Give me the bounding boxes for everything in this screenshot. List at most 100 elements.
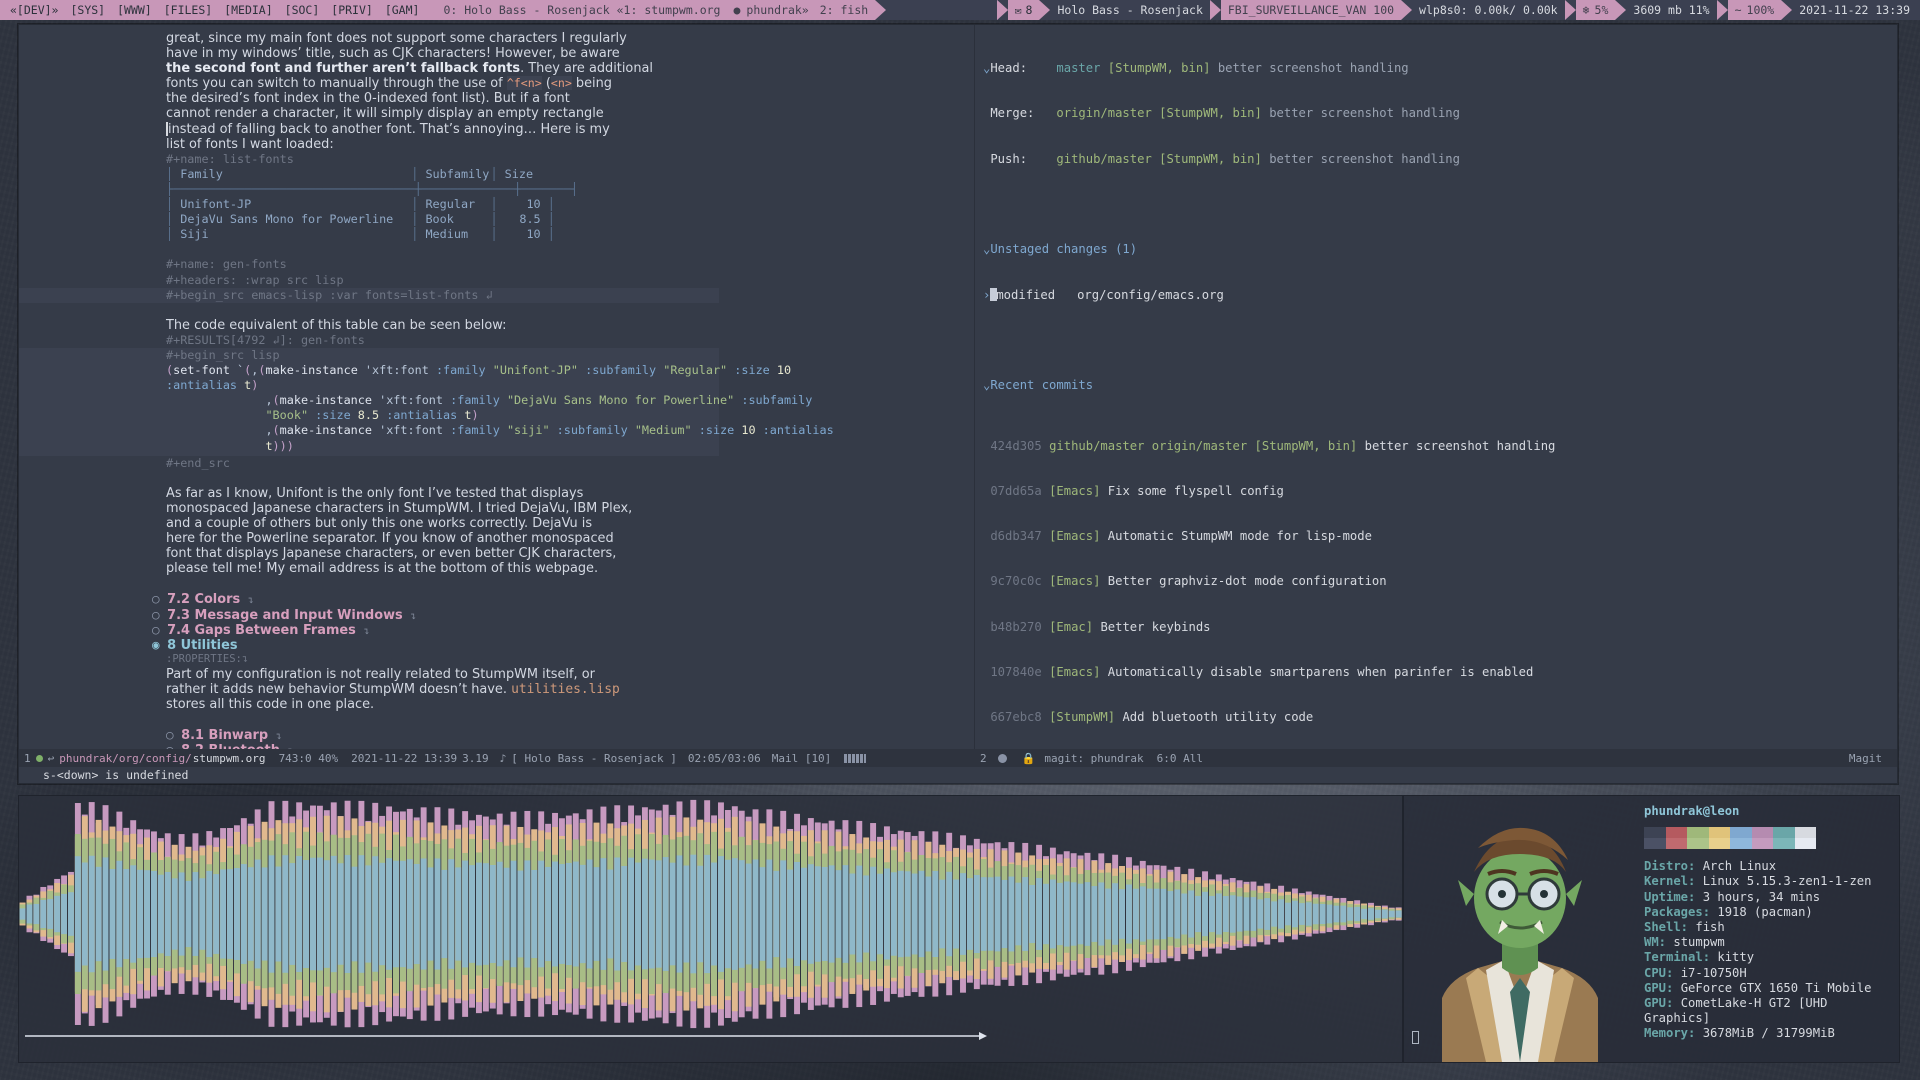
- merge-branch[interactable]: origin/master: [1056, 106, 1151, 120]
- mail-indicator[interactable]: ✉ 8: [1007, 0, 1040, 20]
- org-table[interactable]: │ Family │ Subfamily│ Size ├─────────────…: [19, 167, 974, 242]
- commit-row[interactable]: 667ebc8 [StumpWM] Add bluetooth utility …: [983, 710, 1897, 725]
- powerline-arrow-icon: [1564, 0, 1576, 20]
- cava-bar: [711, 862, 718, 966]
- magit-unstaged-file-row[interactable]: › modified org/config/emacs.org: [983, 287, 1897, 303]
- cava-bar: [1181, 893, 1188, 935]
- magit-commits-header[interactable]: ⌄Recent commits: [983, 378, 1897, 393]
- heading-7-3[interactable]: ○ 7.3 Message and Input Windows ↴: [19, 607, 974, 623]
- palette-swatch: [1751, 838, 1773, 850]
- heading-link-icon[interactable]: ↴: [276, 731, 282, 742]
- magit-window[interactable]: ⌄Head: master [StumpWM, bin] better scre…: [975, 25, 1897, 749]
- cava-bar: [413, 863, 420, 965]
- cava-bar: [1112, 883, 1119, 945]
- powerline-arrow-icon: [875, 0, 887, 20]
- head-branch[interactable]: master: [1056, 61, 1100, 75]
- cava-terminal-window[interactable]: [18, 795, 1403, 1063]
- heading-8-2[interactable]: ○ 8.2 Bluetooth ↴: [19, 742, 974, 749]
- heading-label[interactable]: 7.2 Colors: [167, 592, 240, 607]
- cava-bar: [1374, 909, 1381, 919]
- push-tags: [StumpWM, bin]: [1159, 151, 1262, 166]
- file-path[interactable]: org/config/emacs.org: [1077, 288, 1224, 302]
- inline-code-utilities-lisp[interactable]: utilities.lisp: [511, 682, 620, 697]
- properties-drawer[interactable]: :PROPERTIES:↴: [19, 652, 974, 667]
- cell-subfamily: Medium: [425, 227, 469, 242]
- commit-row[interactable]: 107840e [Emacs] Automatically disable sm…: [983, 665, 1897, 680]
- commit-row[interactable]: 9c70c0c [Emacs] Better graphviz-dot mode…: [983, 574, 1897, 589]
- push-branch[interactable]: github/master: [1056, 152, 1151, 166]
- heading-8-utilities[interactable]: ◉ 8 Utilities: [19, 637, 974, 653]
- workspace-tags[interactable]: «[DEV]» [SYS] [WWW] [FILES] [MEDIA] [SOC…: [0, 0, 437, 20]
- workspace-tag-dev[interactable]: «[DEV]»: [4, 3, 64, 17]
- cava-bar: [88, 855, 95, 973]
- workspace-tag-www[interactable]: [WWW]: [111, 3, 158, 17]
- window-list[interactable]: 0: Holo Bass - Rosenjack «1: stumpwm.org…: [436, 0, 887, 20]
- cava-bar: [227, 869, 233, 959]
- workspace-tag-soc[interactable]: [SOC]: [279, 3, 326, 17]
- magit-merge-row[interactable]: Merge: origin/master [StumpWM, bin] bett…: [983, 106, 1897, 121]
- status-circle-icon: [997, 753, 1007, 763]
- heading-link-icon[interactable]: ↴: [410, 611, 416, 622]
- heading-label[interactable]: 7.3 Message and Input Windows: [167, 608, 403, 623]
- magit-push-row[interactable]: Push: github/master [StumpWM, bin] bette…: [983, 152, 1897, 167]
- magit-head-row[interactable]: ⌄Head: master [StumpWM, bin] better scre…: [983, 61, 1897, 76]
- heading-7-4[interactable]: ○ 7.4 Gaps Between Frames ↴: [19, 622, 974, 638]
- line: cannot render a character, it will simpl…: [166, 106, 604, 122]
- commit-row[interactable]: 424d305 github/master origin/master [Stu…: [983, 439, 1897, 454]
- commit-sha: b48b270: [990, 619, 1042, 634]
- neofetch-value: 1918 (pacman): [1717, 904, 1813, 919]
- cava-bar: [344, 855, 351, 973]
- push-message: better screenshot handling: [1269, 151, 1460, 166]
- window-item-1[interactable]: «1: stumpwm.org: [616, 0, 728, 20]
- workspace-tag-media[interactable]: [MEDIA]: [218, 3, 278, 17]
- commit-row[interactable]: d6db347 [Emacs] Automatic StumpWM mode f…: [983, 529, 1897, 544]
- table-header-row: │ Family │ Subfamily│ Size: [166, 166, 534, 181]
- heading-8-1[interactable]: ○ 8.1 Binwarp ↴: [19, 727, 974, 743]
- heading-label[interactable]: 8.1 Binwarp: [181, 728, 268, 743]
- magit-position: 6:0 All: [1156, 751, 1204, 765]
- modeline-mail[interactable]: Mail [10]: [772, 752, 832, 765]
- cava-bar: [1278, 899, 1285, 929]
- cava-bar: [690, 854, 697, 974]
- neofetch-value: kitty: [1717, 950, 1755, 965]
- cava-bar: [552, 861, 558, 967]
- cava-bar: [95, 866, 102, 962]
- magit-unstaged-header[interactable]: ⌄Unstaged changes (1): [983, 242, 1897, 257]
- window-item-0[interactable]: 0: Holo Bass - Rosenjack: [436, 0, 617, 20]
- neofetch-row: Terminal: kitty: [1644, 950, 1893, 965]
- cava-bar: [911, 873, 918, 955]
- emacs-window[interactable]: great, since my main font does not suppo…: [18, 24, 1898, 784]
- heading-7-2[interactable]: ○ 7.2 Colors ↴: [19, 591, 974, 607]
- neofetch-terminal-window[interactable]: phundrak@leon Distro: Arch Linux Kernel: …: [1403, 795, 1900, 1063]
- workspace-tag-priv[interactable]: [PRIV]: [325, 3, 379, 17]
- heading-link-icon[interactable]: ↴: [363, 626, 369, 637]
- cava-bar: [987, 877, 994, 951]
- cava-bar: [1001, 879, 1008, 949]
- workspace-tag-gam[interactable]: [GAM]: [379, 3, 426, 17]
- cava-bar: [614, 857, 621, 971]
- commit-row[interactable]: b48b270 [Emac] Better keybinds: [983, 620, 1897, 635]
- cava-bar: [1029, 884, 1036, 944]
- heading-label[interactable]: 8 Utilities: [167, 638, 237, 653]
- window-item-2[interactable]: phundrak»: [746, 0, 816, 20]
- modeline-music[interactable]: [ Holo Bass - Rosenjack ]: [511, 752, 677, 765]
- palette-swatch: [1708, 827, 1730, 839]
- workspace-tag-sys[interactable]: [SYS]: [64, 3, 111, 17]
- org-buffer-window[interactable]: great, since my main font does not suppo…: [19, 25, 975, 749]
- workspace-tag-files[interactable]: [FILES]: [158, 3, 218, 17]
- window-item-3[interactable]: 2: fish: [815, 0, 876, 20]
- neofetch-row: Shell: fish: [1644, 920, 1893, 935]
- heading-label[interactable]: 8.2 Bluetooth: [181, 743, 280, 749]
- cava-bar: [1043, 883, 1049, 945]
- network-ssid[interactable]: FBI_SURVEILLANCE_VAN 100: [1220, 0, 1402, 20]
- org-src-block-lisp[interactable]: #+begin_src lisp (set-font `(,(make-inst…: [19, 347, 834, 456]
- commit-row[interactable]: 07dd65a [Emacs] Fix some flyspell config: [983, 484, 1897, 499]
- cava-bar: [1188, 890, 1195, 938]
- line-with-verbatim: fonts you can switch to manually through…: [166, 76, 974, 91]
- window-number: 2: [980, 751, 987, 765]
- heading-link-icon[interactable]: ↴: [287, 746, 293, 749]
- heading-link-icon[interactable]: ↴: [248, 595, 254, 606]
- heading-label[interactable]: 7.4 Gaps Between Frames: [167, 623, 356, 638]
- cell-size: 10: [526, 197, 541, 212]
- now-playing[interactable]: Holo Bass - Rosenjack: [1050, 0, 1210, 20]
